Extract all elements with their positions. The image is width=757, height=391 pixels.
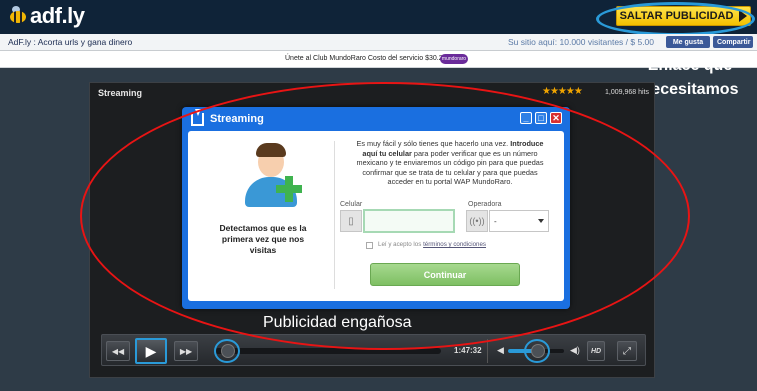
celular-input[interactable] <box>363 209 455 233</box>
hd-button[interactable]: HD <box>587 341 605 361</box>
celular-label: Celular <box>340 201 363 208</box>
fullscreen-icon: ⤢ <box>623 345 631 357</box>
download-icon <box>191 109 204 126</box>
bee-icon <box>6 5 28 27</box>
player-title: Streaming <box>98 88 143 98</box>
rewind-icon: ◀◀ <box>111 346 125 356</box>
volume-icon[interactable]: ◀) <box>570 345 580 356</box>
info-bar: AdF.ly : Acorta urls y gana dinero Su si… <box>0 34 757 51</box>
adfly-logo[interactable]: adf.ly <box>6 3 85 29</box>
divider <box>487 339 488 363</box>
streaming-dialog: Streaming _ □ ✕ Detectamos que es la pri… <box>182 107 570 309</box>
highlight-ring-annotation <box>214 339 240 363</box>
minimize-button[interactable]: _ <box>520 112 532 124</box>
elapsed-time: 1:47:32 <box>454 346 482 355</box>
mundoraro-logo: mundoraro <box>440 54 468 64</box>
maximize-button[interactable]: □ <box>535 112 547 124</box>
rating-stars[interactable]: ★★★★★ <box>542 86 583 97</box>
operadora-select[interactable]: - <box>489 210 549 232</box>
facebook-like-button[interactable]: Me gusta <box>666 36 710 48</box>
forward-button[interactable]: ▶▶ <box>174 341 198 361</box>
divider <box>334 141 335 289</box>
player-controls: ◀◀ ▶ ▶▶ 1:47:32 ◀ ◀) HD ⤢ <box>101 334 646 366</box>
terms-prefix: Leí y acepto los <box>378 241 422 248</box>
site-tagline: AdF.ly : Acorta urls y gana dinero <box>8 37 133 47</box>
chevron-down-icon <box>538 219 544 223</box>
new-user-avatar-icon <box>242 141 302 213</box>
dialog-title: Streaming <box>210 113 264 125</box>
operadora-value: - <box>494 216 497 226</box>
highlight-ring-annotation <box>596 2 755 36</box>
dialog-body: Detectamos que es la primera vez que nos… <box>188 131 564 301</box>
close-button[interactable]: ✕ <box>550 112 562 124</box>
play-button[interactable]: ▶ <box>135 338 167 364</box>
publicidad-annotation: Publicidad engañosa <box>263 314 412 331</box>
advertise-link[interactable]: Su sitio aquí: 10.000 visitantes / $ 5.0… <box>508 37 654 47</box>
view-count: 1,009,968 hits <box>605 89 649 96</box>
highlight-ring-annotation <box>524 339 550 363</box>
first-visit-message: Detectamos que es la primera vez que nos… <box>219 223 307 255</box>
terms-link[interactable]: términos y condiciones <box>423 241 486 248</box>
club-banner-text: Únete al Club MundoRaro Costo del servic… <box>285 55 447 62</box>
continue-button[interactable]: Continuar <box>370 263 520 286</box>
play-icon: ▶ <box>145 342 157 359</box>
instructions-intro: Es muy fácil y sólo tienes que hacerlo u… <box>356 139 509 148</box>
fast-forward-icon: ▶▶ <box>179 346 193 356</box>
seek-bar[interactable] <box>215 348 441 354</box>
antenna-icon: ((•)) <box>466 210 488 232</box>
phone-icon: ▯ <box>340 210 362 232</box>
rewind-button[interactable]: ◀◀ <box>106 341 130 361</box>
operadora-label: Operadora <box>468 201 502 208</box>
instructions-text: Es muy fácil y sólo tienes que hacerlo u… <box>352 139 548 187</box>
terms-checkbox[interactable] <box>366 242 373 249</box>
terms-text: Leí y acepto los términos y condiciones <box>378 241 486 248</box>
logo-text: adf.ly <box>30 3 85 28</box>
facebook-share-button[interactable]: Compartir <box>713 36 753 48</box>
volume-mute-icon[interactable]: ◀ <box>497 345 504 356</box>
fullscreen-button[interactable]: ⤢ <box>617 341 637 361</box>
